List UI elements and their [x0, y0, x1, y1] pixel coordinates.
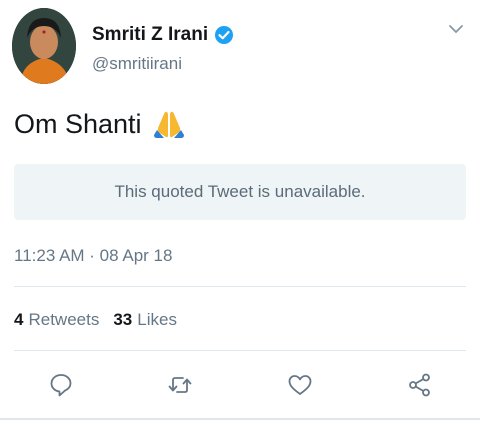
- verified-badge-icon: [214, 25, 234, 45]
- divider: [14, 286, 466, 287]
- chevron-down-icon[interactable]: [448, 22, 464, 34]
- tweet-text: Om Shanti: [14, 108, 186, 140]
- retweets-stat[interactable]: 4 Retweets: [14, 310, 99, 330]
- bottom-border: [0, 418, 480, 420]
- tweet-stats: 4 Retweets 33 Likes: [14, 310, 177, 330]
- author-block: Smriti Z Irani @smritiirani: [92, 24, 234, 74]
- retweet-icon[interactable]: [167, 372, 193, 398]
- author-handle[interactable]: @smritiirani: [92, 54, 234, 74]
- likes-count: 33: [113, 310, 133, 329]
- folded-hands-icon: [152, 108, 186, 140]
- reply-icon[interactable]: [48, 372, 74, 398]
- likes-stat[interactable]: 33 Likes: [113, 310, 177, 330]
- retweets-label: Retweets: [28, 310, 100, 329]
- quoted-tweet-unavailable[interactable]: This quoted Tweet is unavailable.: [14, 164, 466, 220]
- likes-label: Likes: [137, 310, 177, 329]
- avatar[interactable]: [12, 8, 76, 84]
- tweet-header: Smriti Z Irani @smritiirani: [12, 8, 468, 86]
- share-icon[interactable]: [407, 372, 433, 398]
- retweets-count: 4: [14, 310, 24, 329]
- divider: [14, 350, 466, 351]
- quoted-tweet-notice: This quoted Tweet is unavailable.: [114, 182, 366, 201]
- tweet-body: Om Shanti: [14, 108, 142, 139]
- tweet-timestamp[interactable]: 11:23 AM · 08 Apr 18: [14, 246, 172, 266]
- tweet-actions: [0, 372, 480, 402]
- like-icon[interactable]: [287, 372, 313, 398]
- author-name[interactable]: Smriti Z Irani: [92, 24, 208, 46]
